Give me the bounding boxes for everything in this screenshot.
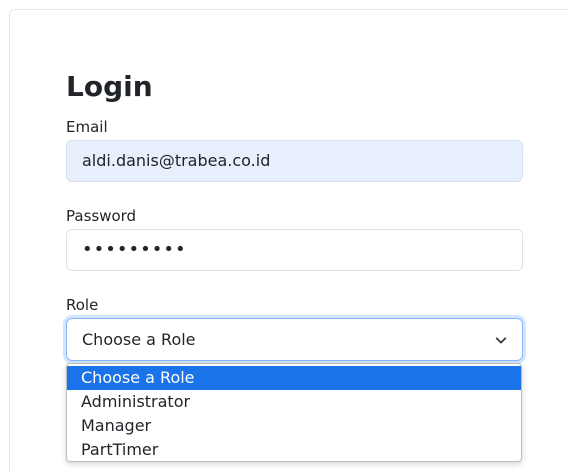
email-label: Email — [66, 118, 108, 136]
chevron-down-icon — [495, 337, 507, 344]
role-dropdown: Choose a Role Administrator Manager Part… — [66, 363, 522, 462]
role-option-choose[interactable]: Choose a Role — [67, 366, 521, 390]
role-option-parttimer[interactable]: PartTimer — [67, 438, 521, 461]
role-option-administrator[interactable]: Administrator — [67, 390, 521, 414]
role-select-value: Choose a Role — [82, 330, 196, 349]
page-title: Login — [66, 70, 153, 103]
password-label: Password — [66, 207, 137, 225]
password-field[interactable]: ••••••••• — [66, 229, 523, 271]
role-label: Role — [66, 296, 99, 314]
login-page: Login Email aldi.danis@trabea.co.id Pass… — [0, 0, 568, 471]
role-option-manager[interactable]: Manager — [67, 414, 521, 438]
role-select[interactable]: Choose a Role — [66, 318, 523, 361]
email-field[interactable]: aldi.danis@trabea.co.id — [66, 140, 523, 182]
